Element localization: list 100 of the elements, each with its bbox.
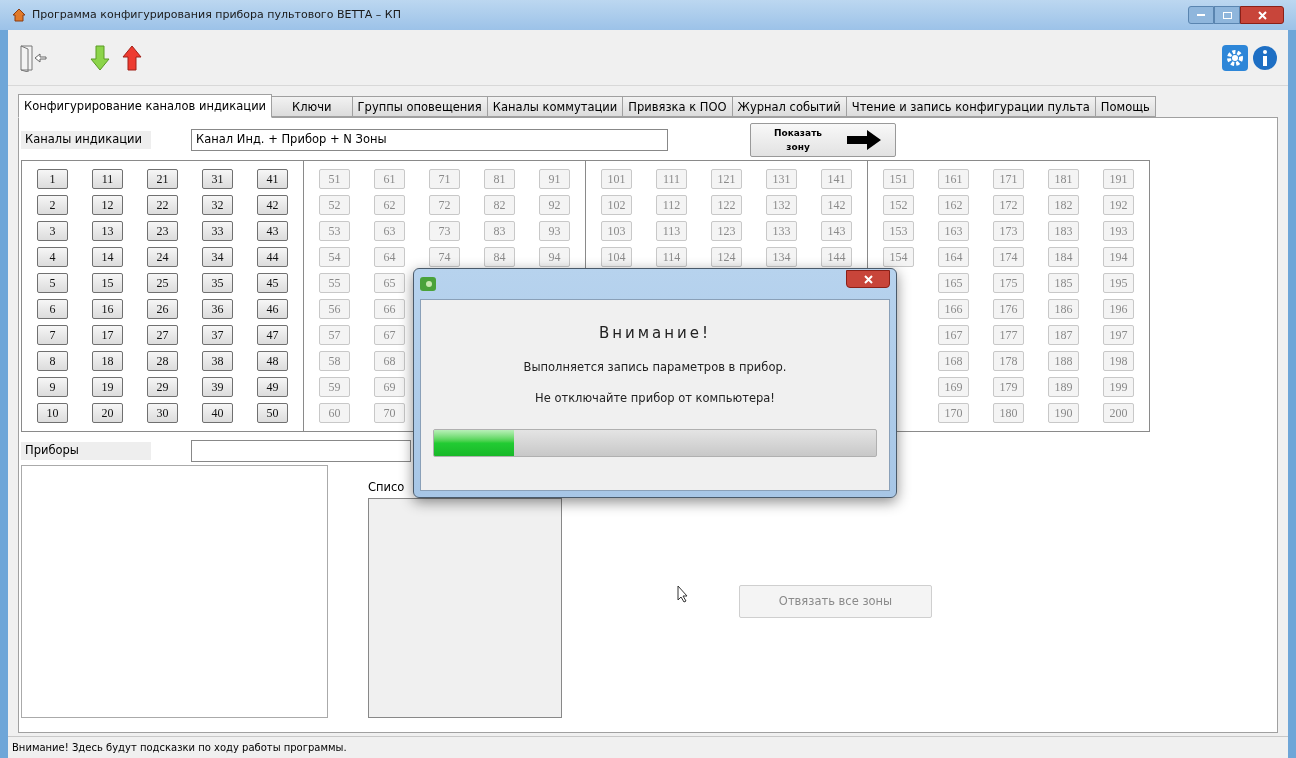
channel-button[interactable]: 199 [1103,377,1134,397]
channel-button[interactable]: 45 [257,273,288,293]
channel-button[interactable]: 177 [993,325,1024,345]
channel-button[interactable]: 67 [374,325,405,345]
channel-button[interactable]: 92 [539,195,570,215]
exit-door-icon[interactable] [18,43,50,72]
channel-button[interactable]: 30 [147,403,178,423]
maximize-button[interactable] [1214,6,1240,24]
channel-button[interactable]: 113 [656,221,687,241]
channel-button[interactable]: 18 [92,351,123,371]
channel-button[interactable]: 163 [938,221,969,241]
channel-button[interactable]: 94 [539,247,570,267]
channel-button[interactable]: 72 [429,195,460,215]
channel-button[interactable]: 152 [883,195,914,215]
channel-button[interactable]: 42 [257,195,288,215]
tab[interactable]: Ключи [271,96,353,117]
channel-button[interactable]: 131 [766,169,797,189]
channel-button[interactable]: 46 [257,299,288,319]
channel-button[interactable]: 197 [1103,325,1134,345]
channel-button[interactable]: 61 [374,169,405,189]
channel-button[interactable]: 51 [319,169,350,189]
channel-button[interactable]: 69 [374,377,405,397]
channel-button[interactable]: 176 [993,299,1024,319]
channel-button[interactable]: 164 [938,247,969,267]
channel-button[interactable]: 124 [711,247,742,267]
channel-button[interactable]: 47 [257,325,288,345]
channel-button[interactable]: 175 [993,273,1024,293]
channel-button[interactable]: 143 [821,221,852,241]
channel-button[interactable]: 40 [202,403,233,423]
channel-button[interactable]: 191 [1103,169,1134,189]
channel-button[interactable]: 121 [711,169,742,189]
channel-button[interactable]: 112 [656,195,687,215]
channel-button[interactable]: 6 [37,299,68,319]
close-button[interactable] [1240,6,1284,24]
channel-button[interactable]: 66 [374,299,405,319]
channel-button[interactable]: 31 [202,169,233,189]
channel-button[interactable]: 26 [147,299,178,319]
channel-button[interactable]: 11 [92,169,123,189]
info-icon[interactable] [1252,44,1278,71]
channel-button[interactable]: 33 [202,221,233,241]
channel-button[interactable]: 56 [319,299,350,319]
channel-button[interactable]: 173 [993,221,1024,241]
channel-button[interactable]: 59 [319,377,350,397]
channel-button[interactable]: 195 [1103,273,1134,293]
channel-button[interactable]: 122 [711,195,742,215]
channel-button[interactable]: 84 [484,247,515,267]
channel-button[interactable]: 166 [938,299,969,319]
channel-button[interactable]: 178 [993,351,1024,371]
channel-button[interactable]: 91 [539,169,570,189]
channel-button[interactable]: 28 [147,351,178,371]
channel-button[interactable]: 4 [37,247,68,267]
channel-button[interactable]: 12 [92,195,123,215]
channel-button[interactable]: 142 [821,195,852,215]
tab[interactable]: Группы оповещения [351,96,488,117]
channel-button[interactable]: 43 [257,221,288,241]
channel-button[interactable]: 36 [202,299,233,319]
channel-button[interactable]: 13 [92,221,123,241]
channel-button[interactable]: 181 [1048,169,1079,189]
channel-button[interactable]: 182 [1048,195,1079,215]
channel-button[interactable]: 15 [92,273,123,293]
channel-button[interactable]: 144 [821,247,852,267]
channel-button[interactable]: 187 [1048,325,1079,345]
channel-button[interactable]: 68 [374,351,405,371]
channel-button[interactable]: 16 [92,299,123,319]
channel-button[interactable]: 20 [92,403,123,423]
tab[interactable]: Конфигурирование каналов индикации [18,94,273,118]
channel-button[interactable]: 49 [257,377,288,397]
channel-button[interactable]: 65 [374,273,405,293]
channel-button[interactable]: 194 [1103,247,1134,267]
channel-button[interactable]: 114 [656,247,687,267]
channel-button[interactable]: 10 [37,403,68,423]
channel-button[interactable]: 186 [1048,299,1079,319]
channel-button[interactable]: 198 [1103,351,1134,371]
channel-button[interactable]: 8 [37,351,68,371]
show-zone-button[interactable]: Показать зону [750,123,896,157]
channel-button[interactable]: 5 [37,273,68,293]
channel-button[interactable]: 3 [37,221,68,241]
channel-button[interactable]: 134 [766,247,797,267]
channel-button[interactable]: 188 [1048,351,1079,371]
channel-button[interactable]: 41 [257,169,288,189]
zones-list[interactable] [368,498,562,718]
channel-button[interactable]: 154 [883,247,914,267]
channel-button[interactable]: 73 [429,221,460,241]
channel-button[interactable]: 38 [202,351,233,371]
channel-button[interactable]: 192 [1103,195,1134,215]
channel-button[interactable]: 165 [938,273,969,293]
channel-button[interactable]: 83 [484,221,515,241]
channel-button[interactable]: 37 [202,325,233,345]
down-arrow-icon[interactable] [90,44,110,71]
channel-button[interactable]: 104 [601,247,632,267]
channel-button[interactable]: 81 [484,169,515,189]
channel-button[interactable]: 151 [883,169,914,189]
channel-button[interactable]: 103 [601,221,632,241]
tab[interactable]: Журнал событий [731,96,847,117]
up-arrow-icon[interactable] [122,44,142,71]
channel-button[interactable]: 53 [319,221,350,241]
channel-button[interactable]: 60 [319,403,350,423]
channel-button[interactable]: 169 [938,377,969,397]
channel-button[interactable]: 14 [92,247,123,267]
channel-button[interactable]: 34 [202,247,233,267]
